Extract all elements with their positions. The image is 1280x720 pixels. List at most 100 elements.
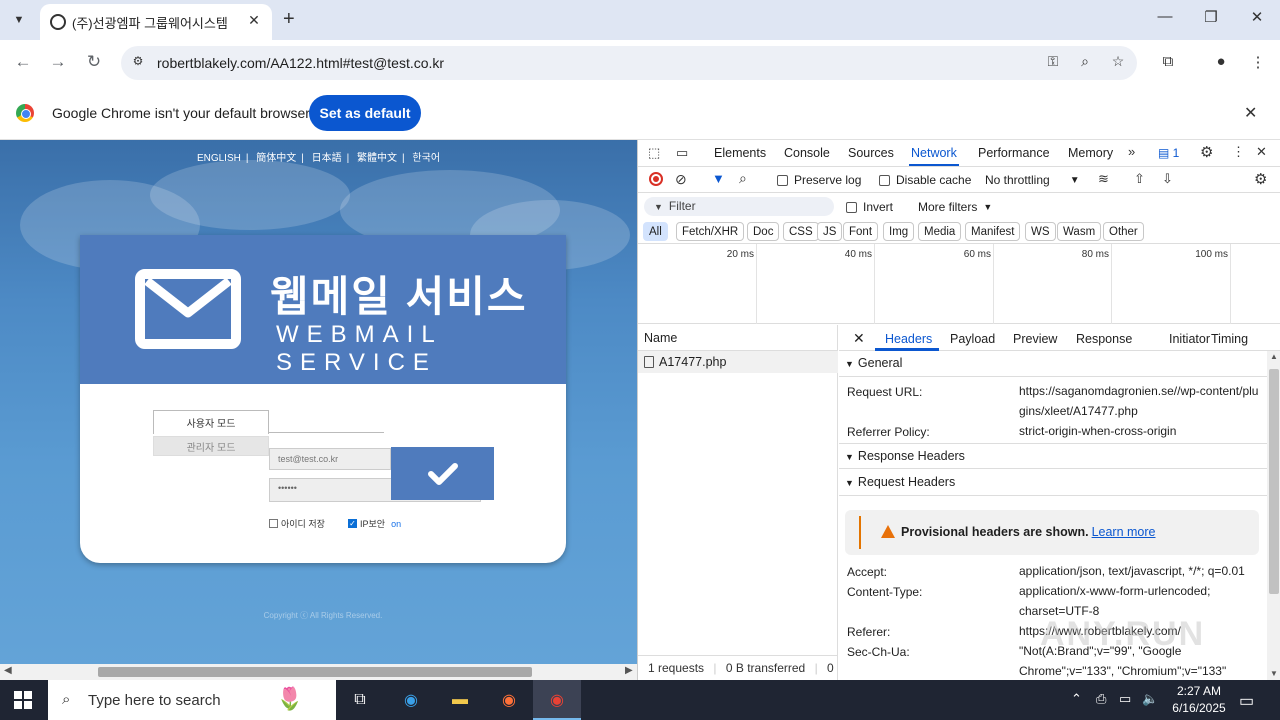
more-filters-dropdown[interactable]: More filters ▼ <box>918 200 992 214</box>
tab-timing[interactable]: Timing <box>1211 332 1248 346</box>
settings-gear-icon[interactable]: ⚙ <box>1200 143 1213 161</box>
user-mode-tab[interactable]: 사용자 모드 <box>153 410 269 434</box>
admin-mode-tab[interactable]: 관리자 모드 <box>153 436 269 456</box>
more-tabs-chevron-icon[interactable]: » <box>1128 144 1135 159</box>
chip-ws[interactable]: WS <box>1025 222 1056 241</box>
ip-security-checkbox[interactable]: ✓ <box>348 519 357 528</box>
tab-console[interactable]: Console <box>784 146 830 160</box>
infobar-close-icon[interactable]: ✕ <box>1244 103 1257 123</box>
chip-doc[interactable]: Doc <box>747 222 780 241</box>
volume-tray-icon[interactable]: 🔈 <box>1142 691 1158 707</box>
site-info-icon[interactable]: ⚙ <box>129 54 147 72</box>
set-as-default-button[interactable]: Set as default <box>309 95 421 131</box>
extensions-puzzle-icon[interactable]: ⧉ <box>1158 53 1178 70</box>
request-row[interactable]: A17477.php <box>638 351 838 373</box>
file-explorer-icon[interactable]: ▬ <box>446 686 474 714</box>
chip-manifest[interactable]: Manifest <box>965 222 1021 241</box>
window-close-button[interactable]: ✕ <box>1245 8 1269 26</box>
close-details-icon[interactable]: ✕ <box>853 330 865 347</box>
chip-all[interactable]: All <box>643 222 668 241</box>
lang-japanese-link[interactable]: 日本語 <box>312 153 342 164</box>
network-tray-icon[interactable]: ⎙ <box>1096 691 1106 707</box>
tab-memory[interactable]: Memory <box>1068 146 1113 160</box>
tab-search-chevron-icon[interactable]: ▼ <box>6 7 32 33</box>
chip-js[interactable]: JS <box>817 222 843 241</box>
minimize-button[interactable]: — <box>1153 8 1177 25</box>
lang-english-link[interactable]: ENGLISH <box>197 153 241 164</box>
bookmark-star-icon[interactable]: ☆ <box>1108 53 1128 70</box>
device-toolbar-icon[interactable]: ▭ <box>676 145 688 161</box>
devtools-menu-icon[interactable]: ⋮ <box>1232 144 1245 160</box>
disable-cache-option[interactable]: Disable cache <box>879 173 971 187</box>
task-view-icon[interactable]: ⧉ <box>346 686 374 714</box>
new-tab-button[interactable]: + <box>283 8 295 30</box>
invert-option[interactable]: Invert <box>846 200 893 214</box>
scroll-right-icon[interactable]: ▶ <box>625 665 633 676</box>
zoom-icon[interactable]: ⌕ <box>1075 53 1095 70</box>
lang-korean-link[interactable]: 한국어 <box>412 153 440 164</box>
chip-media[interactable]: Media <box>918 222 962 241</box>
display-tray-icon[interactable]: ▭ <box>1119 691 1131 707</box>
export-har-icon[interactable]: ⇩ <box>1162 171 1173 187</box>
scrollbar-thumb[interactable] <box>98 667 532 677</box>
tab-response[interactable]: Response <box>1076 332 1132 346</box>
horizontal-scrollbar[interactable]: ◀ ▶ <box>0 664 637 680</box>
inspect-element-icon[interactable]: ⬚ <box>648 145 660 161</box>
chip-css[interactable]: CSS <box>783 222 819 241</box>
filter-input[interactable]: ▼ Filter <box>644 197 834 216</box>
learn-more-link[interactable]: Learn more <box>1092 525 1156 539</box>
chip-other[interactable]: Other <box>1103 222 1144 241</box>
scroll-down-icon[interactable]: ▼ <box>1270 669 1278 678</box>
tab-elements[interactable]: Elements <box>714 146 766 160</box>
preserve-log-checkbox[interactable] <box>777 174 788 186</box>
chip-font[interactable]: Font <box>843 222 879 241</box>
issues-badge[interactable]: ▤ 1 <box>1158 146 1179 160</box>
save-id-checkbox[interactable] <box>269 519 278 528</box>
request-headers-section-header[interactable]: ▼ Request Headers <box>839 470 1267 496</box>
save-id-option[interactable]: 아이디 저장 <box>269 517 325 530</box>
tab-headers[interactable]: Headers <box>885 332 932 346</box>
preserve-log-option[interactable]: Preserve log <box>777 173 861 187</box>
search-icon[interactable]: ⌕ <box>739 170 747 187</box>
filter-funnel-icon[interactable]: ▼ <box>712 171 725 186</box>
chip-fetch-xhr[interactable]: Fetch/XHR <box>676 222 745 241</box>
lang-traditional-chinese-link[interactable]: 繁體中文 <box>357 153 397 164</box>
devtools-close-icon[interactable]: ✕ <box>1256 144 1267 160</box>
menu-kebab-icon[interactable]: ⋮ <box>1248 53 1268 71</box>
clock-time[interactable]: 2:27 AM <box>1171 684 1227 698</box>
taskbar-search-box[interactable]: ⌕ Type here to search 🌷 <box>48 680 336 720</box>
tab-network[interactable]: Network <box>911 146 957 160</box>
import-har-icon[interactable]: ⇧ <box>1134 171 1145 187</box>
firefox-app-icon[interactable]: ◉ <box>495 686 523 714</box>
clear-icon[interactable]: ⊘ <box>675 171 687 188</box>
forward-arrow-icon[interactable]: → <box>47 52 69 72</box>
tab-performance[interactable]: Performance <box>978 146 1050 160</box>
reload-icon[interactable]: ↻ <box>83 52 105 72</box>
browser-tab-active[interactable]: (주)선광엠파 그룹웨어시스템 ✕ <box>40 4 272 40</box>
tab-initiator[interactable]: Initiator <box>1169 332 1210 346</box>
lang-simplified-chinese-link[interactable]: 簡体中文 <box>256 153 296 164</box>
chip-img[interactable]: Img <box>883 222 915 241</box>
email-field[interactable]: test@test.co.kr <box>269 448 391 470</box>
profile-avatar-icon[interactable]: ● <box>1211 53 1231 70</box>
network-conditions-icon[interactable]: ≋ <box>1098 171 1109 187</box>
login-button[interactable] <box>391 447 494 500</box>
chip-wasm[interactable]: Wasm <box>1057 222 1102 241</box>
general-section-header[interactable]: ▼ General <box>839 351 1267 377</box>
tab-payload[interactable]: Payload <box>950 332 995 346</box>
restore-button[interactable]: ❐ <box>1199 8 1223 26</box>
scroll-left-icon[interactable]: ◀ <box>4 665 12 676</box>
vertical-scrollbar[interactable]: ▲ ▼ <box>1267 351 1280 680</box>
scroll-up-icon[interactable]: ▲ <box>1270 352 1278 361</box>
name-column-header[interactable]: Name <box>638 325 838 351</box>
windows-start-icon[interactable] <box>14 691 32 709</box>
url-text[interactable]: robertblakely.com/AA122.html#test@test.c… <box>157 55 444 71</box>
chrome-taskbar-button[interactable]: ◉ <box>533 680 581 720</box>
disable-cache-checkbox[interactable] <box>879 174 890 186</box>
key-icon[interactable]: ⚿ <box>1043 53 1063 70</box>
tab-sources[interactable]: Sources <box>848 146 894 160</box>
notifications-icon[interactable]: ▭ <box>1239 691 1254 711</box>
tab-close-icon[interactable]: ✕ <box>244 12 264 29</box>
record-stop-icon[interactable] <box>649 172 663 186</box>
clock-date[interactable]: 6/16/2025 <box>1166 701 1232 715</box>
